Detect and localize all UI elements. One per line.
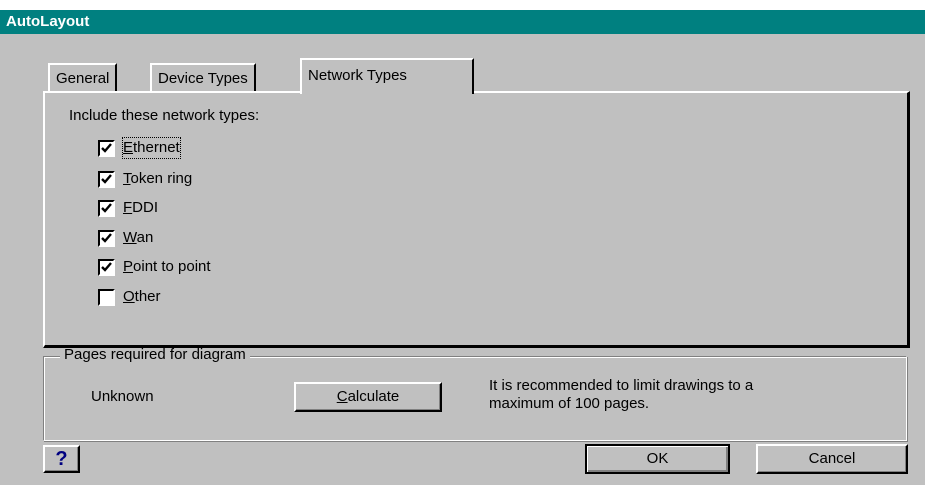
- recommendation-text: It is recommended to limit drawings to a…: [489, 377, 754, 412]
- checkmark-icon: [101, 202, 112, 213]
- checkbox-label: Token ring: [123, 170, 193, 187]
- calculate-button-label: Calculate: [336, 388, 400, 405]
- checkmark-icon: [101, 142, 112, 153]
- calculate-button[interactable]: Calculate: [294, 382, 442, 412]
- checkmark-icon: [101, 232, 112, 243]
- checkbox-label: Ethernet: [122, 137, 181, 159]
- network-types-panel: Include these network types: Ethernet To…: [43, 91, 910, 348]
- checkbox-token-ring[interactable]: Token ring: [98, 169, 192, 189]
- cancel-button[interactable]: Cancel: [756, 444, 908, 474]
- window-title: AutoLayout: [6, 13, 90, 30]
- help-icon: ?: [55, 448, 68, 470]
- checkbox-label: FDDI: [123, 199, 159, 216]
- checkbox-label: Wan: [123, 229, 154, 246]
- checkmark-icon: [101, 173, 112, 184]
- tab-general-label: General: [56, 70, 110, 87]
- checkbox-point-to-point[interactable]: Point to point: [98, 257, 211, 277]
- tab-network-types-label: Network Types: [308, 67, 407, 84]
- checkbox-box[interactable]: [98, 139, 115, 157]
- checkbox-ethernet[interactable]: Ethernet: [98, 137, 181, 159]
- checkbox-fddi[interactable]: FDDI: [98, 198, 158, 218]
- tab-device-types-label: Device Types: [158, 70, 248, 87]
- checkbox-label: Other: [123, 288, 161, 305]
- cancel-button-label: Cancel: [808, 450, 856, 467]
- tab-general[interactable]: General: [48, 63, 118, 91]
- network-types-heading: Include these network types:: [69, 107, 260, 124]
- checkbox-label: Point to point: [123, 258, 211, 275]
- tab-device-types[interactable]: Device Types: [150, 63, 256, 91]
- tab-network-types[interactable]: Network Types: [300, 58, 474, 94]
- checkbox-box[interactable]: [98, 258, 115, 276]
- checkbox-wan[interactable]: Wan: [98, 228, 153, 248]
- help-button[interactable]: ?: [43, 445, 80, 473]
- group-legend: Pages required for diagram: [60, 346, 250, 363]
- pages-required-group: Pages required for diagram Unknown Calcu…: [43, 346, 907, 441]
- checkbox-other[interactable]: Other: [98, 287, 161, 307]
- checkbox-box[interactable]: [98, 199, 115, 217]
- autolayout-dialog: AutoLayout General Device Types Network …: [0, 10, 925, 485]
- checkbox-box[interactable]: [98, 288, 115, 306]
- pages-status: Unknown: [91, 388, 154, 405]
- title-bar[interactable]: AutoLayout: [0, 10, 925, 34]
- ok-button-label: OK: [646, 450, 669, 467]
- checkbox-box[interactable]: [98, 170, 115, 188]
- ok-button[interactable]: OK: [585, 444, 730, 474]
- checkmark-icon: [101, 261, 112, 272]
- checkbox-box[interactable]: [98, 229, 115, 247]
